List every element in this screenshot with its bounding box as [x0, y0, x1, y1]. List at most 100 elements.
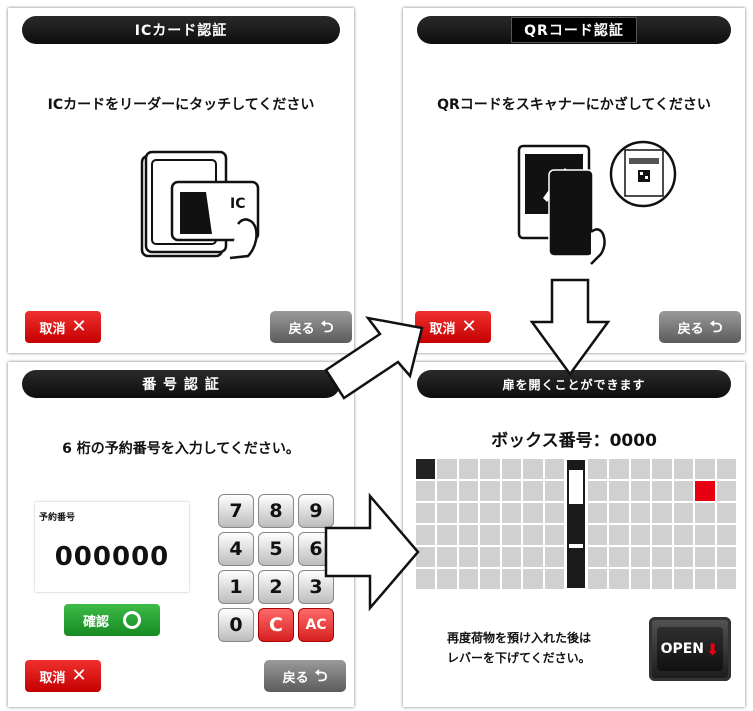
locker-cell	[522, 568, 544, 590]
locker-cell	[586, 546, 609, 568]
locker-cell	[500, 480, 523, 502]
locker-cell	[457, 502, 480, 524]
arrow-right-icon	[324, 492, 420, 612]
pin-cancel-button[interactable]: 取消 ✕	[25, 660, 101, 692]
locker-cell	[629, 546, 652, 568]
locker-cell	[694, 568, 716, 590]
open-label: OPEN	[660, 641, 705, 657]
locker-cell	[543, 458, 566, 480]
key-7[interactable]: 7	[218, 494, 254, 528]
locker-cell	[479, 502, 501, 524]
locker-cell	[479, 458, 501, 480]
locker-cell	[436, 480, 458, 502]
locker-cell	[543, 546, 566, 568]
locker-cell	[500, 546, 523, 568]
key-ac[interactable]: AC	[298, 608, 334, 642]
reservation-number-value: 000000	[54, 542, 170, 572]
locker-cell	[479, 568, 501, 590]
locker-cell	[715, 524, 737, 546]
locker-cell	[608, 458, 630, 480]
locker-cell	[629, 502, 652, 524]
box-open-panel: 扉を開くことができます ボックス番号：0000 再度荷物を預け入れた後は レバー…	[403, 362, 745, 707]
locker-cell	[522, 524, 544, 546]
locker-cell	[586, 502, 609, 524]
locker-cell	[694, 546, 716, 568]
box-number-label: ボックス番号：0000	[491, 431, 657, 451]
locker-cell	[715, 568, 737, 590]
locker-cell	[586, 524, 609, 546]
locker-cell	[543, 524, 566, 546]
locker-cell	[608, 568, 630, 590]
open-lever[interactable]: OPEN ⬇	[649, 617, 731, 681]
locker-tall-column	[565, 458, 587, 590]
locker-cell	[672, 546, 695, 568]
close-icon: ✕	[71, 665, 87, 686]
locker-cell	[715, 502, 737, 524]
locker-cell	[672, 458, 695, 480]
locker-cell	[543, 502, 566, 524]
locker-cell	[672, 480, 695, 502]
locker-cell	[500, 502, 523, 524]
locker-cell-open	[694, 480, 716, 502]
arrow-down-icon: ⬇	[706, 639, 720, 659]
pin-back-button[interactable]: 戻る ⮌	[264, 660, 346, 692]
locker-cell	[629, 524, 652, 546]
qr-back-button[interactable]: 戻る ⮌	[659, 311, 741, 343]
locker-cell	[608, 524, 630, 546]
locker-cell	[672, 568, 695, 590]
locker-cell	[651, 502, 673, 524]
close-icon: ✕	[71, 316, 87, 337]
locker-cell	[715, 480, 737, 502]
key-1[interactable]: 1	[218, 570, 254, 604]
locker-grid	[415, 458, 737, 590]
locker-cell	[522, 502, 544, 524]
locker-cell	[629, 480, 652, 502]
qr-code-instruction: QRコードをスキャナーにかざしてください	[437, 97, 711, 113]
locker-tall-slot	[569, 544, 583, 548]
key-5[interactable]: 5	[258, 532, 294, 566]
locker-cell	[457, 546, 480, 568]
circle-icon	[123, 611, 141, 629]
locker-cell	[436, 502, 458, 524]
relock-message: 再度荷物を預け入れた後は レバーを下げてください。	[447, 631, 592, 665]
locker-cell	[457, 524, 480, 546]
locker-cell	[715, 546, 737, 568]
return-icon: ⮌	[709, 317, 723, 336]
key-0[interactable]: 0	[218, 608, 254, 642]
locker-cell	[651, 480, 673, 502]
key-2[interactable]: 2	[258, 570, 294, 604]
reservation-number-display: 予約番号 000000	[35, 502, 189, 592]
locker-cell	[586, 568, 609, 590]
locker-cell	[651, 524, 673, 546]
locker-cell	[715, 458, 737, 480]
locker-cell	[608, 546, 630, 568]
locker-cell	[436, 458, 458, 480]
locker-cell	[694, 502, 716, 524]
locker-cell	[479, 480, 501, 502]
locker-cell	[479, 524, 501, 546]
locker-cell	[672, 502, 695, 524]
confirm-button[interactable]: 確認	[64, 604, 160, 636]
locker-cell	[500, 568, 523, 590]
locker-cell	[500, 524, 523, 546]
close-icon: ✕	[461, 316, 477, 337]
arrow-down-icon	[529, 278, 611, 377]
locker-cell	[543, 568, 566, 590]
locker-cell	[543, 480, 566, 502]
ic-card-reader-illustration: IC	[140, 150, 260, 260]
ic-card-header: ICカード認証	[22, 16, 340, 44]
locker-cell	[522, 546, 544, 568]
locker-tall-top-door	[569, 470, 583, 504]
key-8[interactable]: 8	[258, 494, 294, 528]
ic-card-label: IC	[230, 196, 245, 212]
key-4[interactable]: 4	[218, 532, 254, 566]
key-c[interactable]: C	[258, 608, 294, 642]
locker-cell	[522, 458, 544, 480]
locker-cell	[522, 480, 544, 502]
locker-cell	[457, 458, 480, 480]
locker-cell	[608, 502, 630, 524]
locker-cell	[457, 568, 480, 590]
locker-cell	[436, 568, 458, 590]
number-auth-header: 番 号 認 証	[22, 370, 340, 398]
ic-cancel-button[interactable]: 取消 ✕	[25, 311, 101, 343]
